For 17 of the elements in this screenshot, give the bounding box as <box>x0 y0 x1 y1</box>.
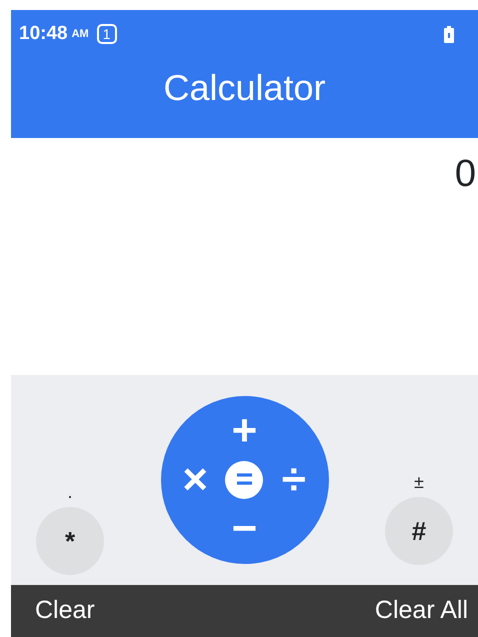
sign-hint: ± <box>414 471 424 494</box>
minus-key[interactable]: − <box>232 507 258 552</box>
multiply-key[interactable]: × <box>182 458 208 502</box>
plus-key[interactable]: + <box>232 408 258 453</box>
sign-key[interactable]: # <box>385 497 453 565</box>
equals-key[interactable]: = <box>225 460 264 499</box>
status-time: 10:48 <box>19 22 68 46</box>
dot-key[interactable]: * <box>36 507 104 575</box>
dot-hint: . <box>67 481 72 504</box>
softkey[interactable]: Clear All <box>374 592 468 630</box>
notification-count: 1 <box>96 24 117 44</box>
app-title: Calculator <box>162 66 327 110</box>
battery-icon <box>444 26 454 42</box>
time-meridiem: AM <box>72 26 89 42</box>
divide-key[interactable]: ÷ <box>282 458 306 502</box>
softkey[interactable]: Clear <box>35 592 95 630</box>
display-value: 0 <box>454 152 477 197</box>
